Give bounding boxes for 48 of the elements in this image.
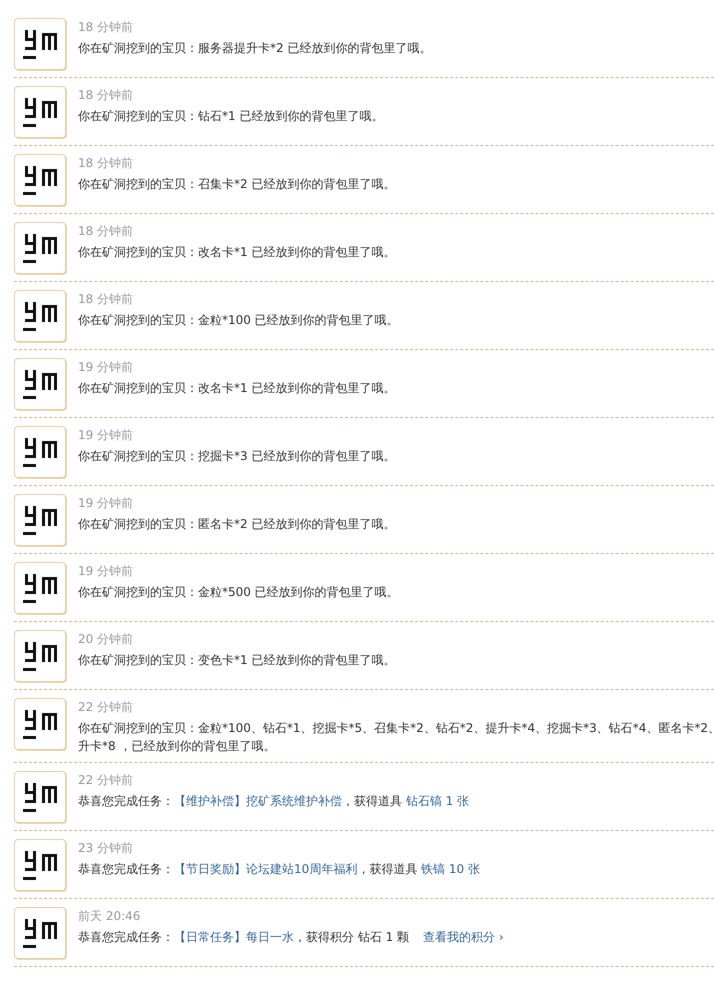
logo-icon [23,96,57,128]
notice-message: 你在矿洞挖到的宝贝：服务器提升卡*2 已经放到你的背包里了哦。 [78,40,432,57]
notice-time: 19 分钟前 [78,563,134,579]
reward-link[interactable]: 铁镐 10 张 [421,862,480,876]
notice-time: 23 分钟前 [78,840,134,856]
logo-icon [23,436,57,468]
task-link[interactable]: 【节日奖励】论坛建站10周年福利 [174,862,358,876]
logo-icon [23,504,57,536]
view-points-link[interactable]: 查看我的积分 › [423,930,504,944]
notice-message: 你在矿洞挖到的宝贝：变色卡*1 已经放到你的背包里了哦。 [78,652,396,669]
notice-message: 你在矿洞挖到的宝贝：金粒*100 已经放到你的背包里了哦。 [78,312,399,329]
logo-icon [23,572,57,604]
notice-time: 22 分钟前 [78,699,134,715]
notice-time: 19 分钟前 [78,427,134,443]
notice-message: 恭喜您完成任务：【日常任务】每日一水，获得积分 钻石 1 颗 查看我的积分 › [78,929,504,946]
notice-message: 你在矿洞挖到的宝贝：挖掘卡*3 已经放到你的背包里了哦。 [78,448,396,465]
logo-icon [23,232,57,264]
logo-icon [23,640,57,672]
logo-icon [23,917,57,949]
notice-message: 你在矿洞挖到的宝贝：钻石*1 已经放到你的背包里了哦。 [78,108,384,125]
notice-message: 恭喜您完成任务：【维护补偿】挖矿系统维护补偿，获得道具 钻石镐 1 张 [78,793,470,810]
notice-message: 你在矿洞挖到的宝贝：匿名卡*2 已经放到你的背包里了哦。 [78,516,396,533]
notice-message: 恭喜您完成任务：【节日奖励】论坛建站10周年福利，获得道具 铁镐 10 张 [78,861,480,878]
logo-icon [23,300,57,332]
notice-message: 你在矿洞挖到的宝贝：召集卡*2 已经放到你的背包里了哦。 [78,176,396,193]
notice-time: 18 分钟前 [78,19,134,35]
notice-time: 22 分钟前 [78,772,134,788]
notice-time: 19 分钟前 [78,495,134,511]
task-link[interactable]: 【日常任务】每日一水 [174,930,294,944]
logo-icon [23,849,57,881]
notice-time: 18 分钟前 [78,87,134,103]
notice-time: 20 分钟前 [78,631,134,647]
logo-icon [23,781,57,813]
logo-icon [23,708,57,740]
notice-message: 你在矿洞挖到的宝贝：改名卡*1 已经放到你的背包里了哦。 [78,244,396,261]
notice-time: 前天 20:46 [78,908,142,924]
notice-message: 你在矿洞挖到的宝贝：金粒*100、钻石*1、挖掘卡*5、召集卡*2、钻石*2、提升卡*4、挖掘卡*3、钻石*4、匿名卡*2、 升卡*8 ，已经放到你的背包里了哦。 [78,720,714,755]
task-link[interactable]: 【维护补偿】挖矿系统维护补偿 [174,794,342,808]
notice-time: 19 分钟前 [78,359,134,375]
notice-time: 18 分钟前 [78,155,134,171]
notice-message: 你在矿洞挖到的宝贝：金粒*500 已经放到你的背包里了哦。 [78,584,399,601]
notice-time: 18 分钟前 [78,291,134,307]
reward-link[interactable]: 钻石镐 1 张 [406,794,470,808]
notice-time: 18 分钟前 [78,223,134,239]
logo-icon [23,164,57,196]
logo-icon [23,28,57,60]
logo-icon [23,368,57,400]
notice-message: 你在矿洞挖到的宝贝：改名卡*1 已经放到你的背包里了哦。 [78,380,396,397]
